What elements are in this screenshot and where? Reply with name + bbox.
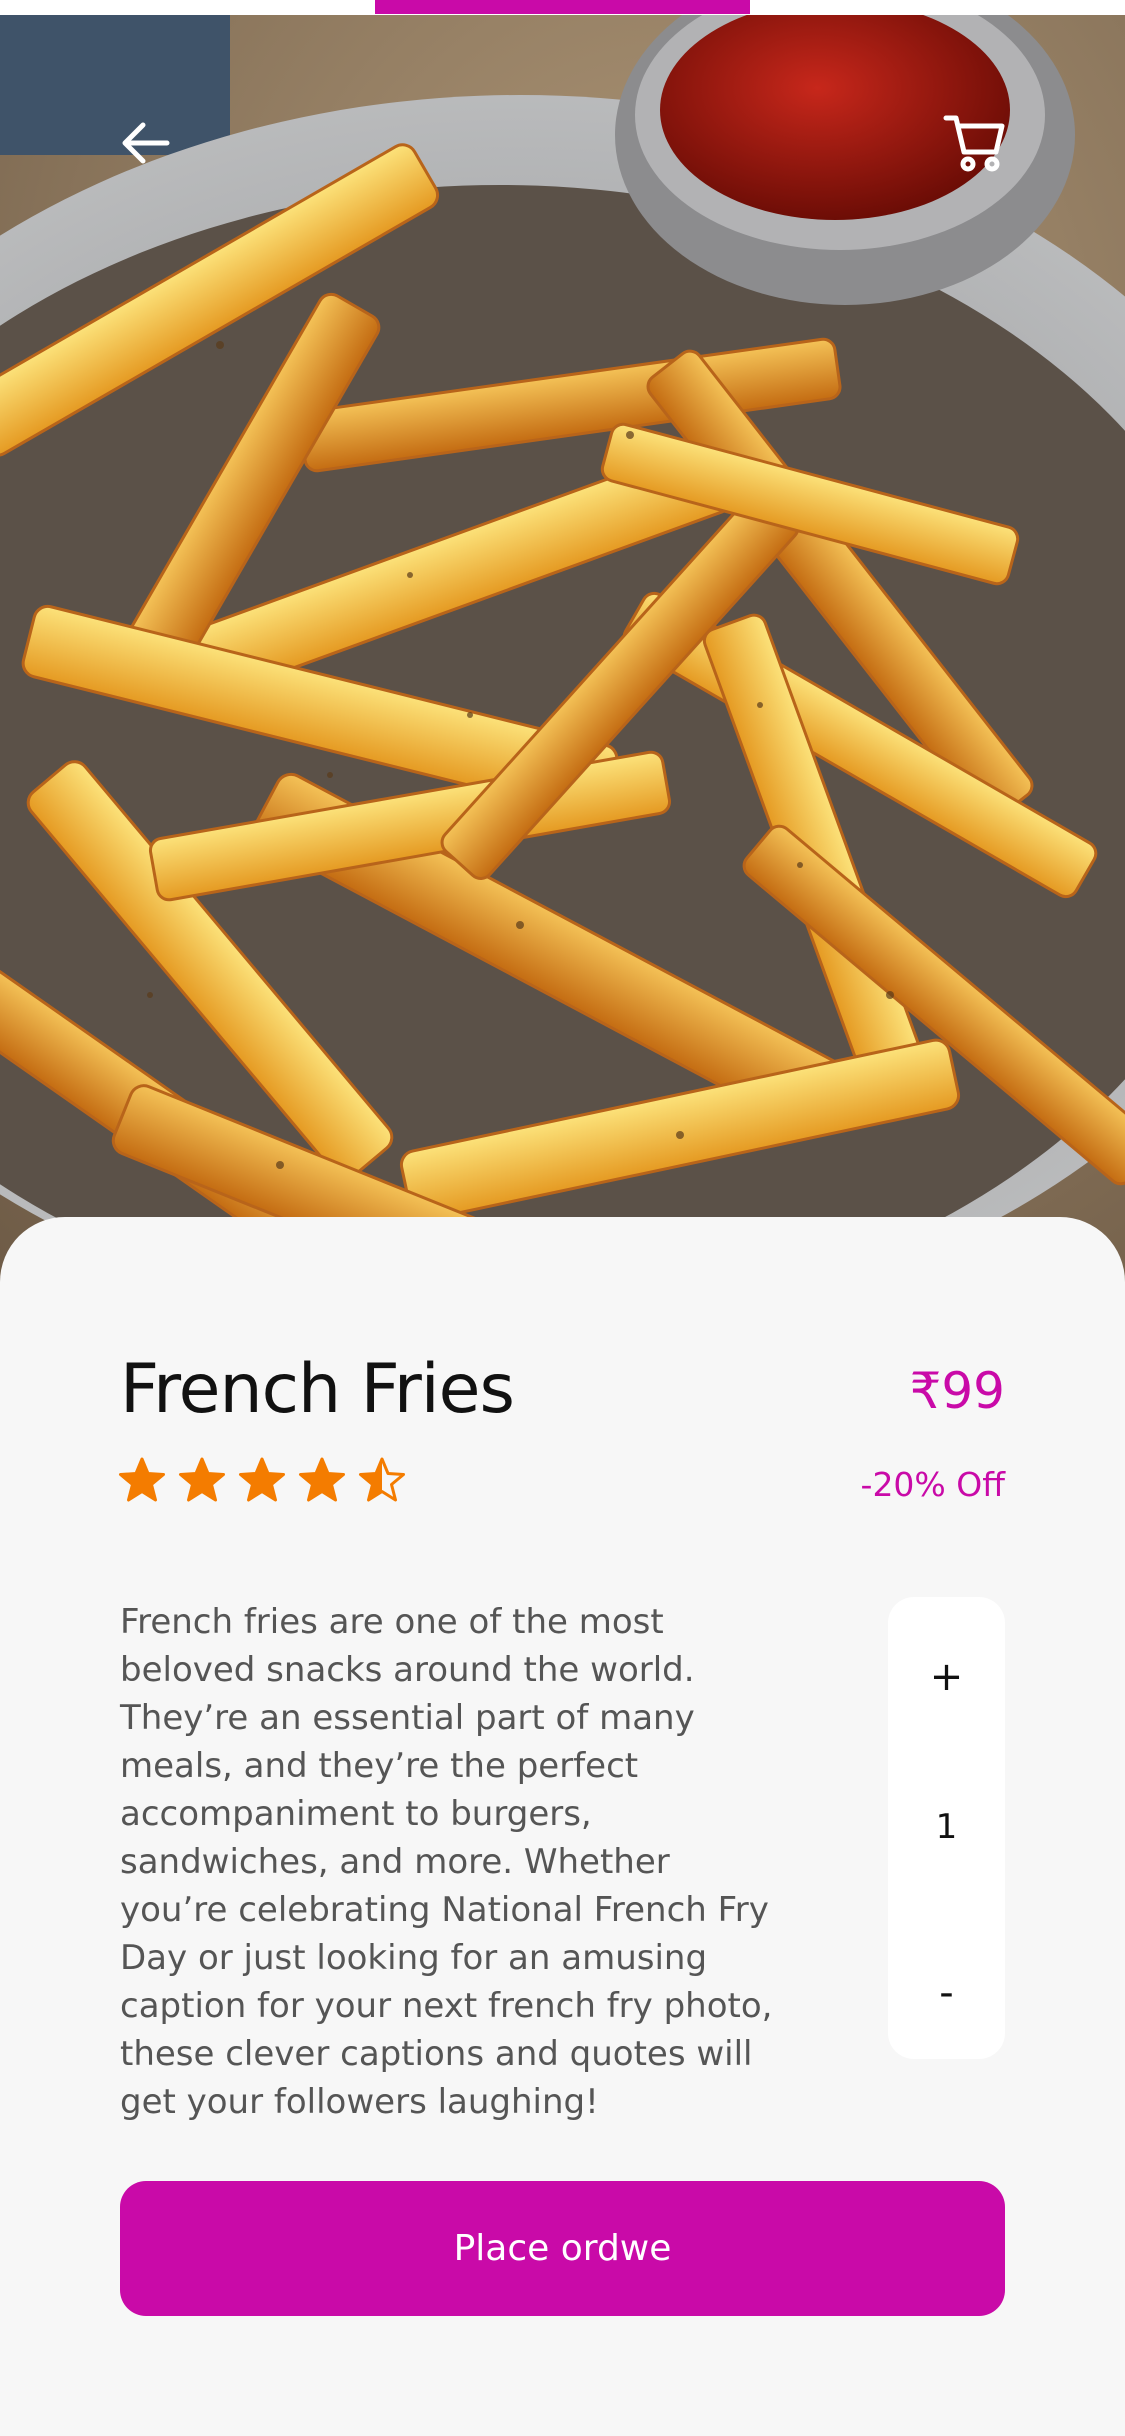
quantity-stepper: + 1 - — [888, 1597, 1005, 2059]
product-title: French Fries — [120, 1350, 515, 1429]
discount-badge: -20% Off — [860, 1465, 1005, 1504]
shopping-cart-icon — [942, 110, 1008, 180]
place-order-button[interactable]: Place ordwe — [120, 2181, 1005, 2316]
star-icon — [119, 1457, 165, 1502]
star-icon — [239, 1457, 285, 1502]
arrow-left-icon — [115, 113, 175, 177]
star-icon — [299, 1457, 345, 1502]
status-strip — [0, 0, 1125, 15]
page-indicator — [375, 0, 750, 14]
star-icon — [359, 1457, 405, 1502]
increase-quantity-button[interactable]: + — [888, 1637, 1005, 1717]
quantity-value: 1 — [935, 1807, 958, 1847]
product-description: French fries are one of the most beloved… — [120, 1602, 773, 2122]
star-icon — [179, 1457, 225, 1502]
product-price: ₹99 — [909, 1362, 1005, 1420]
decrease-quantity-button[interactable]: - — [888, 1953, 1005, 2033]
cart-button[interactable] — [935, 105, 1015, 185]
back-button[interactable] — [105, 105, 185, 185]
rating-stars — [118, 1456, 406, 1504]
product-image — [0, 15, 1125, 1295]
